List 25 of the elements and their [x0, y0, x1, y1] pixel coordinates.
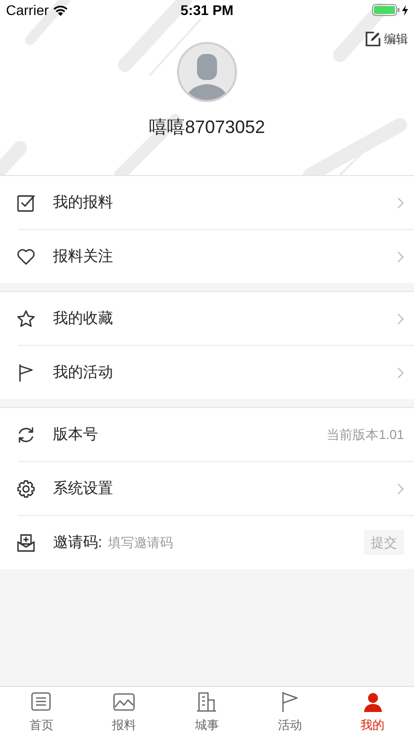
menu-label: 邀请码:: [53, 532, 102, 552]
menu-label: 报料关注: [53, 246, 113, 266]
edit-button[interactable]: 编辑: [365, 30, 408, 48]
tab[interactable]: 活动: [248, 687, 332, 736]
tab[interactable]: 城事: [166, 687, 248, 736]
menu-label: 版本号: [53, 424, 98, 444]
menu-label: 系统设置: [53, 478, 113, 498]
version-text: 当前版本1.01: [326, 426, 404, 444]
menu-row[interactable]: 我的收藏: [0, 292, 414, 345]
menu-row[interactable]: 版本号 当前版本1.01: [0, 408, 414, 461]
menu-row[interactable]: 我的报料: [0, 176, 414, 229]
menu-row[interactable]: 邀请码: 填写邀请码 提交: [0, 516, 414, 569]
carrier-text: Carrier: [6, 0, 49, 20]
menu-row[interactable]: 我的活动: [0, 346, 414, 399]
invite-code-field[interactable]: 填写邀请码: [108, 532, 364, 552]
clock-text: 5:31 PM: [180, 0, 234, 20]
menu-label: 我的收藏: [53, 308, 113, 328]
tab[interactable]: 我的: [331, 687, 414, 736]
menu-row[interactable]: 报料关注: [0, 230, 414, 283]
menu-label: 我的活动: [53, 362, 113, 382]
menu-label: 我的报料: [53, 192, 113, 212]
tab[interactable]: 首页: [0, 687, 83, 736]
menu-row[interactable]: 系统设置: [0, 462, 414, 515]
tab[interactable]: 报料: [82, 687, 166, 736]
username: 嘻嘻87073052: [148, 116, 266, 139]
